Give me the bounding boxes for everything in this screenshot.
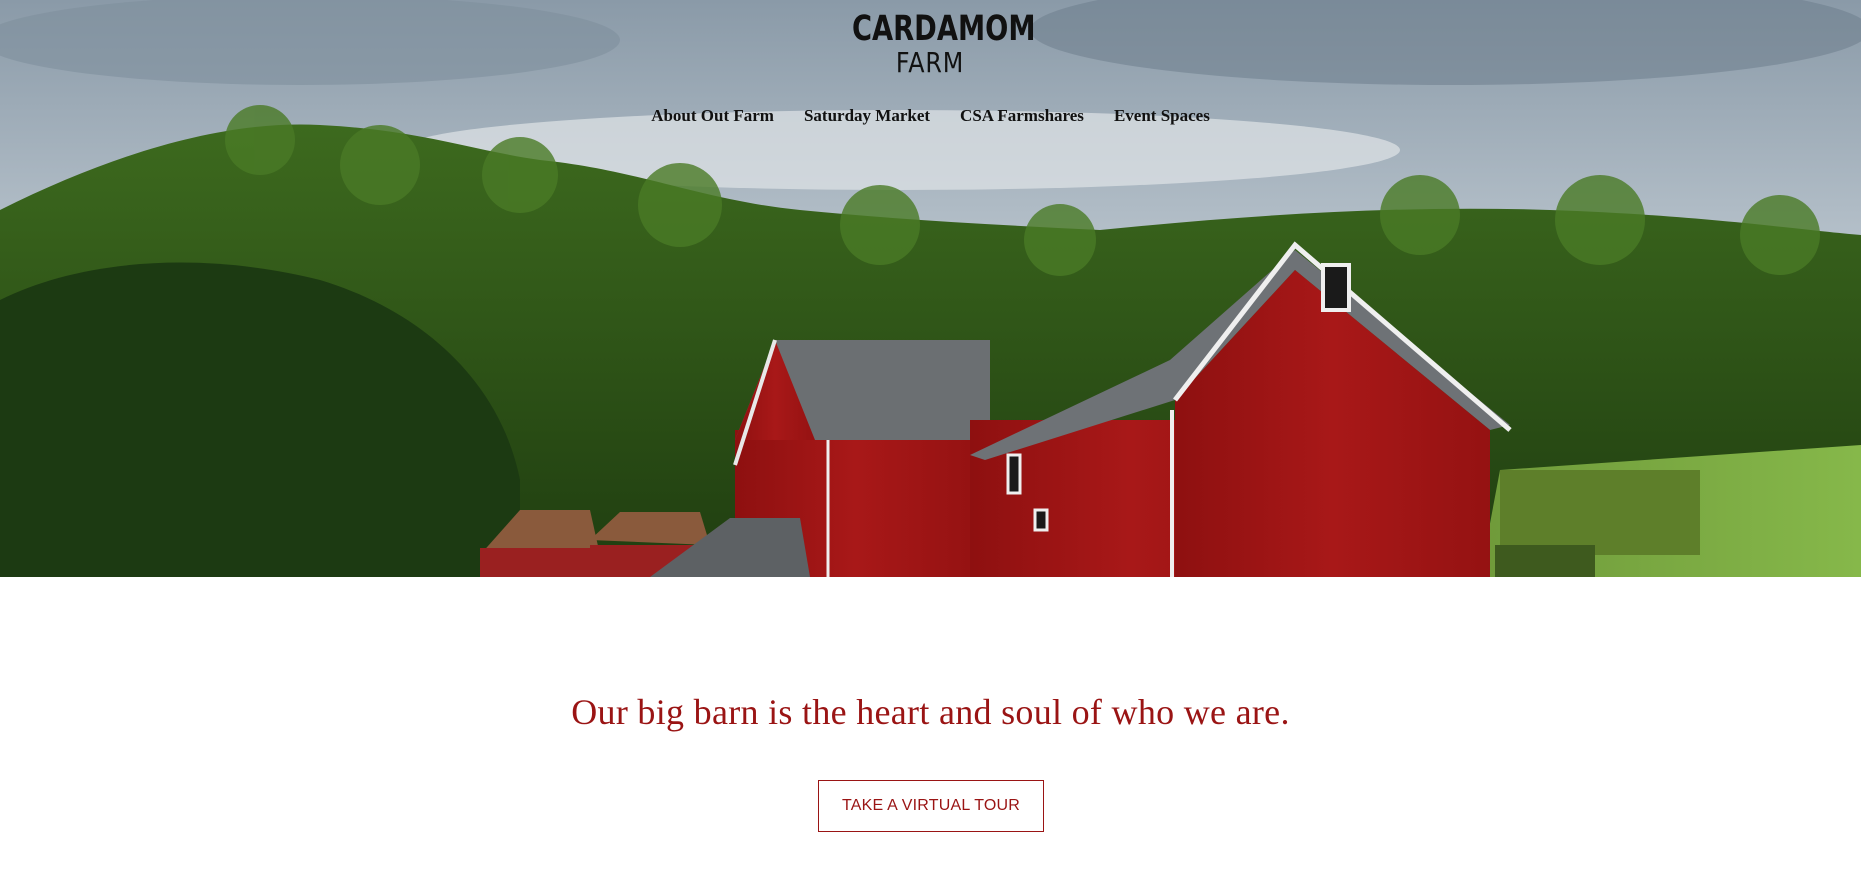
- site-logo[interactable]: CARDAMOM FARM: [830, 9, 1036, 79]
- nav-item-csa-farmshares[interactable]: CSA Farmshares: [960, 106, 1084, 126]
- main-nav: About Out Farm Saturday Market CSA Farms…: [0, 106, 1861, 126]
- nav-item-event-spaces[interactable]: Event Spaces: [1114, 106, 1210, 126]
- nav-item-saturday-market[interactable]: Saturday Market: [804, 106, 930, 126]
- nav-item-about[interactable]: About Out Farm: [651, 106, 774, 126]
- main-content: Our big barn is the heart and soul of wh…: [0, 577, 1861, 893]
- page-tagline: Our big barn is the heart and soul of wh…: [571, 692, 1290, 732]
- logo-title: CARDAMOM: [852, 9, 1036, 49]
- hero-image: [0, 0, 1861, 577]
- virtual-tour-button[interactable]: TAKE A VIRTUAL TOUR: [818, 780, 1044, 832]
- logo-subtitle: FARM: [895, 46, 965, 79]
